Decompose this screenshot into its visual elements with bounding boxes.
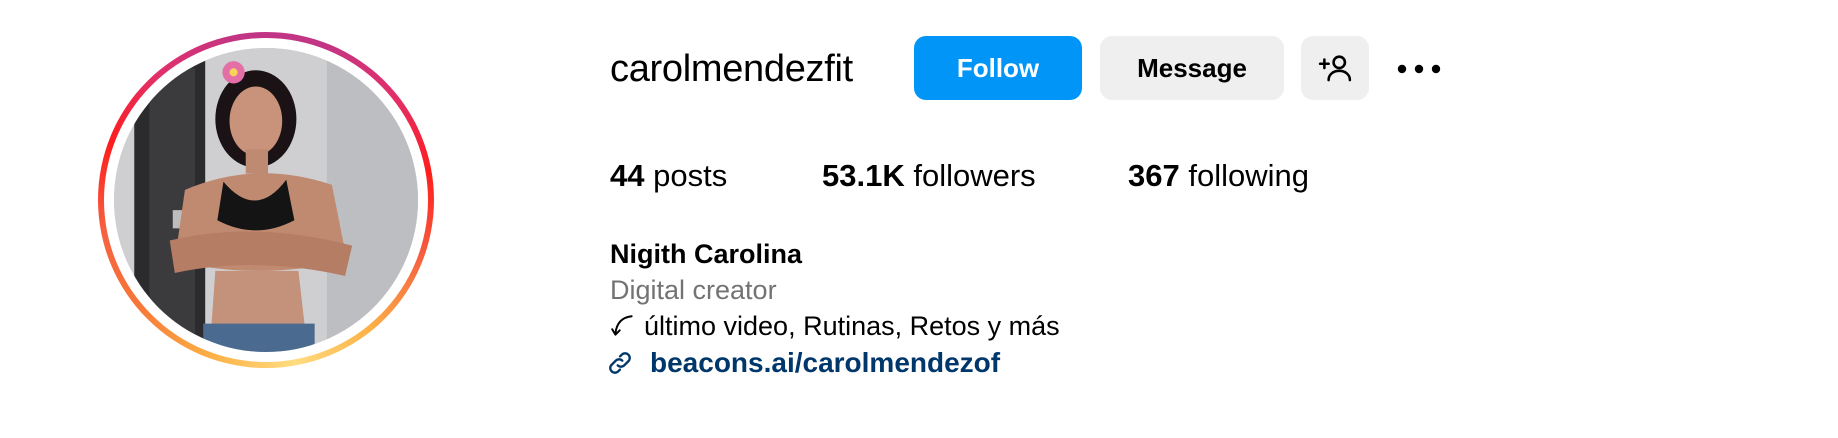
posts-stat: 44 posts [610,156,727,196]
follow-button[interactable]: Follow [914,36,1082,100]
profile-link[interactable]: beacons.ai/carolmendezof [606,344,1000,382]
profile-avatar[interactable] [98,32,434,368]
profile-category: Digital creator [610,275,777,305]
posts-count: 44 [610,158,645,193]
posts-label: posts [653,158,728,193]
avatar-photo [114,48,418,352]
add-person-icon [1318,55,1352,82]
more-options-button[interactable] [1390,44,1448,94]
profile-username: carolmendezfit [610,48,853,90]
suggested-accounts-button[interactable] [1301,36,1369,100]
bio-text: último video, Rutinas, Retos y más [644,311,1060,341]
followers-count: 53.1K [822,158,905,193]
following-stat[interactable]: 367 following [1128,156,1309,196]
followers-stat[interactable]: 53.1K followers [822,156,1036,196]
profile-bio: último video, Rutinas, Retos y más [610,308,1060,344]
followers-label: followers [913,158,1036,193]
message-button[interactable]: Message [1100,36,1284,100]
link-icon [609,352,631,374]
profile-full-name: Nigith Carolina [610,239,803,269]
following-label: following [1188,158,1309,193]
profile-link-text[interactable]: beacons.ai/carolmendezof [650,347,1000,379]
avatar-image [114,48,418,352]
more-options-icon [1397,64,1441,74]
following-count: 367 [1128,158,1180,193]
curved-arrow-icon [611,315,633,336]
